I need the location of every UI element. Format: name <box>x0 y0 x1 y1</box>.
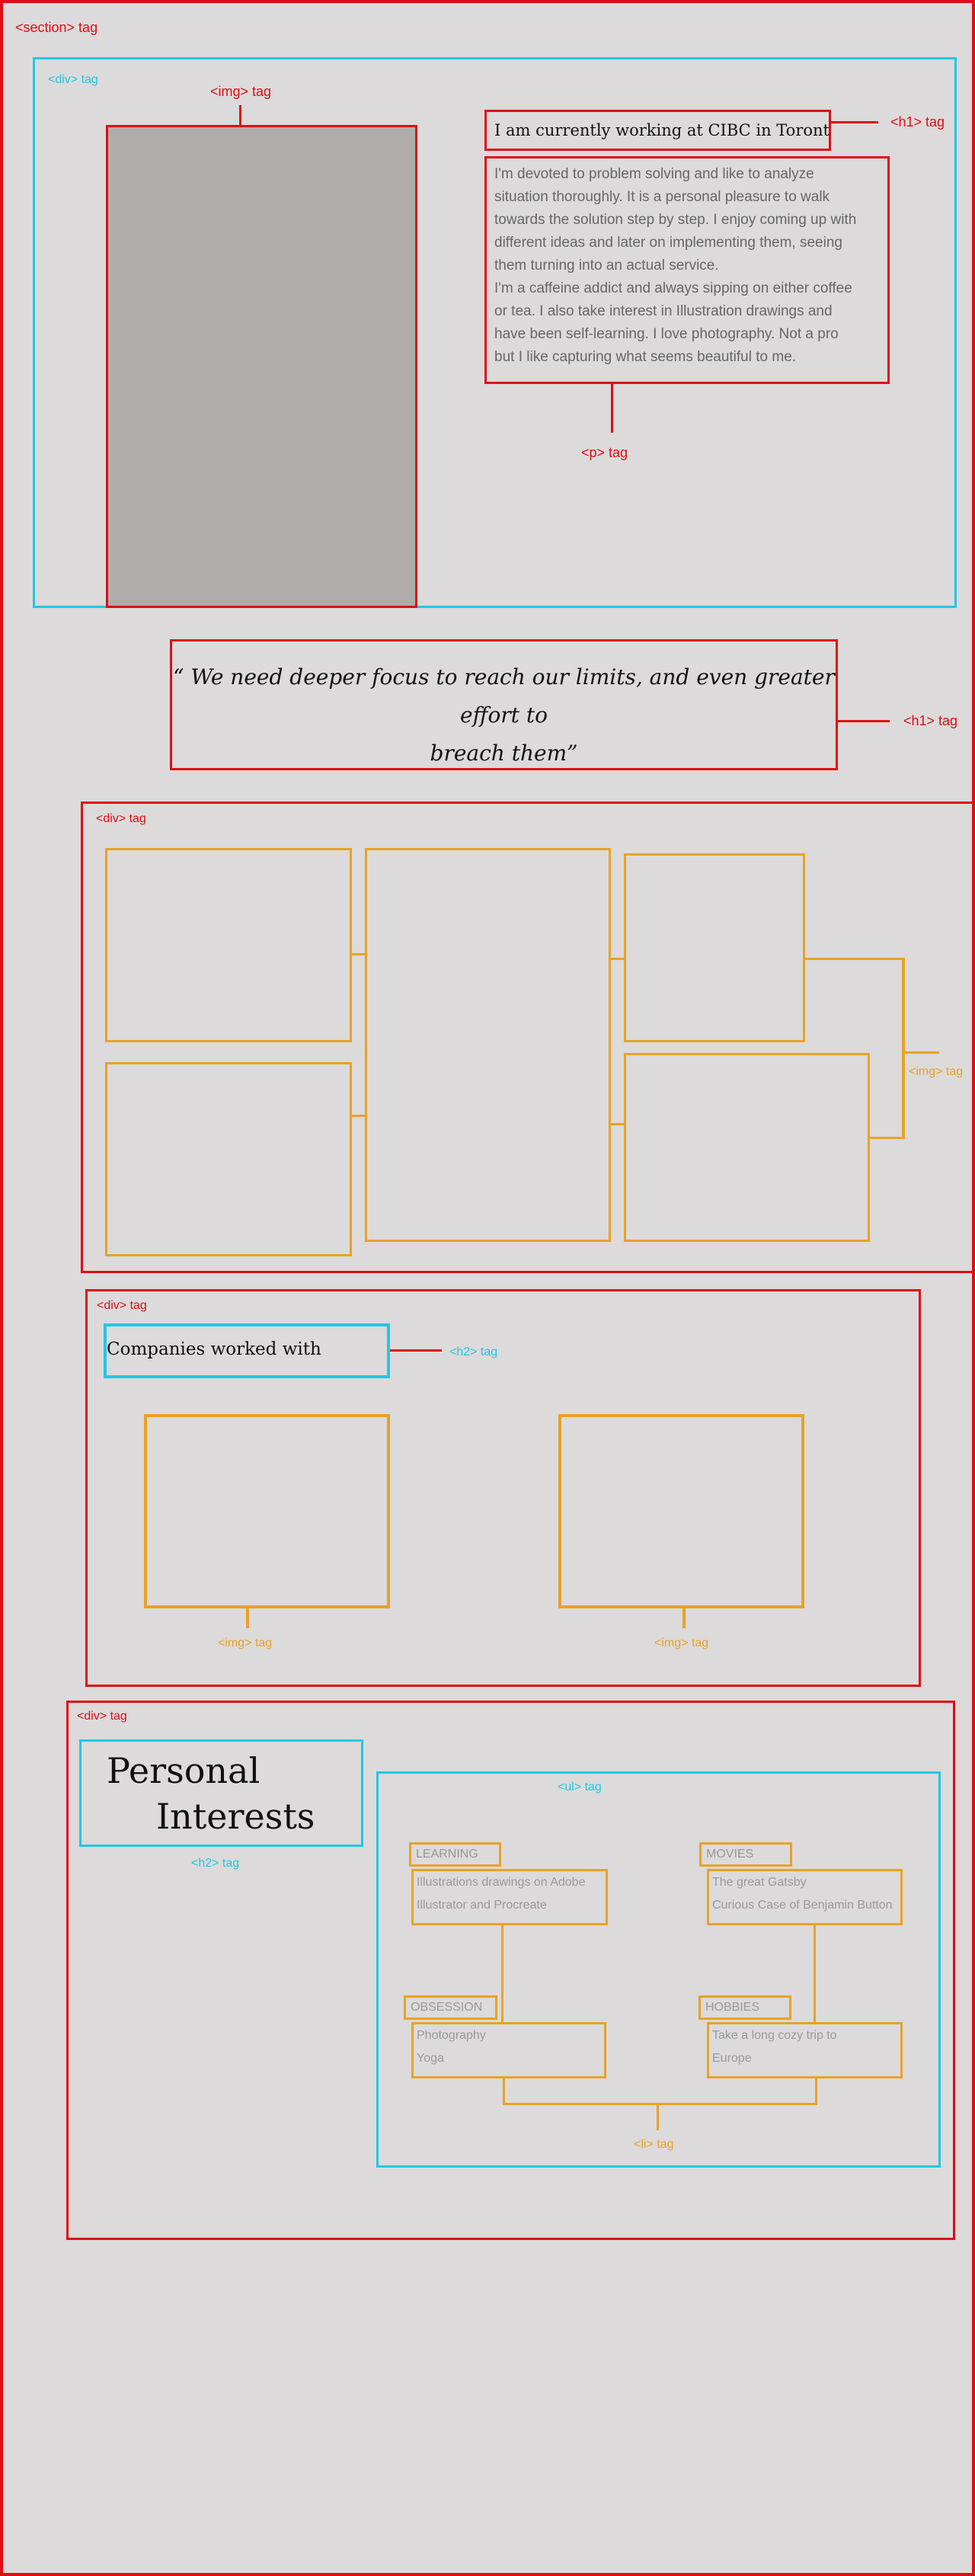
about-heading: I am currently working at CIBC in Toront… <box>484 110 831 151</box>
about-paragraph-line: I'm a caffeine addict and always sipping… <box>494 280 852 296</box>
quote-heading: “ We need deeper focus to reach our limi… <box>170 639 838 770</box>
li-connector <box>657 2103 659 2130</box>
gallery-connector <box>870 1137 904 1139</box>
company-logo-2-connector <box>682 1608 686 1628</box>
quote-h1-tag-label: <h1> tag <box>903 713 958 728</box>
interest-tag-obsession-text: OBSESSION <box>411 2001 483 2014</box>
company-logo-1 <box>144 1414 390 1608</box>
about-paragraph-line: I'm devoted to problem solving and like … <box>494 166 814 182</box>
gallery-image-bottom-left <box>105 1062 352 1256</box>
companies-div-tag-label: <div> tag <box>97 1299 147 1312</box>
gallery-image-top-right <box>624 853 805 1042</box>
section-tag-label: <section> tag <box>15 20 98 35</box>
about-paragraph-line: but I like capturing what seems beautifu… <box>494 349 797 365</box>
interests-div-tag-label: <div> tag <box>77 1710 127 1723</box>
interests-heading-line-1: Personal <box>107 1750 261 1791</box>
interest-item-obsession: Photography Yoga <box>411 2022 606 2078</box>
gallery-image-bottom-right <box>624 1053 870 1242</box>
li-connector <box>503 2103 817 2105</box>
interests-li-tag-label: <li> tag <box>634 2138 674 2151</box>
gallery-connector-vertical <box>902 958 905 1139</box>
interest-item-line: Take a long cozy trip to <box>712 2029 837 2042</box>
about-paragraph-line: or tea. I also take interest in Illustra… <box>494 303 833 319</box>
about-paragraph: I'm devoted to problem solving and like … <box>484 156 890 384</box>
li-connector <box>814 1925 816 2022</box>
about-p-connector <box>611 384 613 433</box>
company-logo-2 <box>558 1414 804 1608</box>
gallery-connector <box>611 1123 624 1125</box>
about-paragraph-line: situation thoroughly. It is a personal p… <box>494 189 830 205</box>
interest-item-line: Yoga <box>417 2052 444 2065</box>
interests-ul-tag-label: <ul> tag <box>558 1781 602 1794</box>
profile-image-placeholder <box>106 125 417 608</box>
interest-tag-hobbies: HOBBIES <box>698 1995 791 2020</box>
about-h1-tag-label: <h1> tag <box>890 114 945 130</box>
interest-tag-learning: LEARNING <box>409 1842 501 1867</box>
companies-h2-tag-label: <h2> tag <box>449 1346 498 1358</box>
about-paragraph-line: have been self-learning. I love photogra… <box>494 326 839 342</box>
interest-tag-learning-text: LEARNING <box>416 1848 478 1861</box>
interest-tag-obsession: OBSESSION <box>404 1995 497 2020</box>
interest-item-line: Illustrations drawings on Adobe <box>417 1876 586 1889</box>
gallery-div-tag-label: <div> tag <box>96 812 146 825</box>
companies-heading-text: Companies worked with <box>107 1339 321 1359</box>
interest-item-line: Curious Case of Benjamin Button <box>712 1899 893 1912</box>
companies-heading: Companies worked with <box>104 1323 390 1378</box>
interests-heading: Personal Interests <box>79 1739 363 1847</box>
li-connector <box>501 1925 503 2022</box>
interest-item-line: Illustrator and Procreate <box>417 1899 547 1912</box>
gallery-image-top-left <box>105 848 352 1042</box>
gallery-connector <box>352 1115 365 1117</box>
li-connector <box>815 2078 817 2104</box>
about-paragraph-line: them turning into an actual service. <box>494 258 719 274</box>
about-div-tag-label: <div> tag <box>48 73 98 86</box>
about-h1-connector <box>831 121 878 123</box>
quote-h1-connector <box>838 720 890 722</box>
interest-item-learning: Illustrations drawings on Adobe Illustra… <box>411 1869 608 1925</box>
about-paragraph-line: towards the solution step by step. I enj… <box>494 212 857 228</box>
profile-img-tag-label: <img> tag <box>210 84 272 99</box>
gallery-img-tag-label: <img> tag <box>909 1065 964 1078</box>
gallery-connector <box>611 958 624 960</box>
gallery-connector <box>805 958 904 960</box>
interest-item-movies: The great Gatsby Curious Case of Benjami… <box>707 1869 903 1925</box>
interest-tag-hobbies-text: HOBBIES <box>705 2001 760 2014</box>
gallery-connector <box>904 1051 939 1054</box>
quote-line-2: breach them” <box>430 741 578 766</box>
interest-item-line: Europe <box>712 2052 752 2065</box>
company-logo-1-connector <box>246 1608 249 1628</box>
profile-img-connector <box>239 105 241 126</box>
company-logo-2-img-tag-label: <img> tag <box>654 1637 709 1650</box>
interest-item-line: Photography <box>417 2029 486 2042</box>
gallery-connector <box>352 953 365 955</box>
interests-heading-line-2: Interests <box>156 1796 315 1837</box>
gallery-image-center-tall <box>365 848 611 1242</box>
about-heading-text: I am currently working at CIBC in Toront… <box>494 121 831 139</box>
li-connector <box>503 2078 505 2104</box>
companies-h2-connector <box>390 1349 442 1352</box>
about-paragraph-line: different ideas and later on implementin… <box>494 235 842 251</box>
interest-tag-movies: MOVIES <box>699 1842 792 1867</box>
interest-item-line: The great Gatsby <box>712 1876 807 1889</box>
quote-line-1: “ We need deeper focus to reach our limi… <box>173 664 835 728</box>
company-logo-1-img-tag-label: <img> tag <box>218 1637 273 1650</box>
interest-tag-movies-text: MOVIES <box>706 1848 754 1861</box>
about-p-tag-label: <p> tag <box>581 445 628 460</box>
interest-item-hobbies: Take a long cozy trip to Europe <box>707 2022 903 2078</box>
interests-h2-tag-label: <h2> tag <box>191 1857 240 1870</box>
